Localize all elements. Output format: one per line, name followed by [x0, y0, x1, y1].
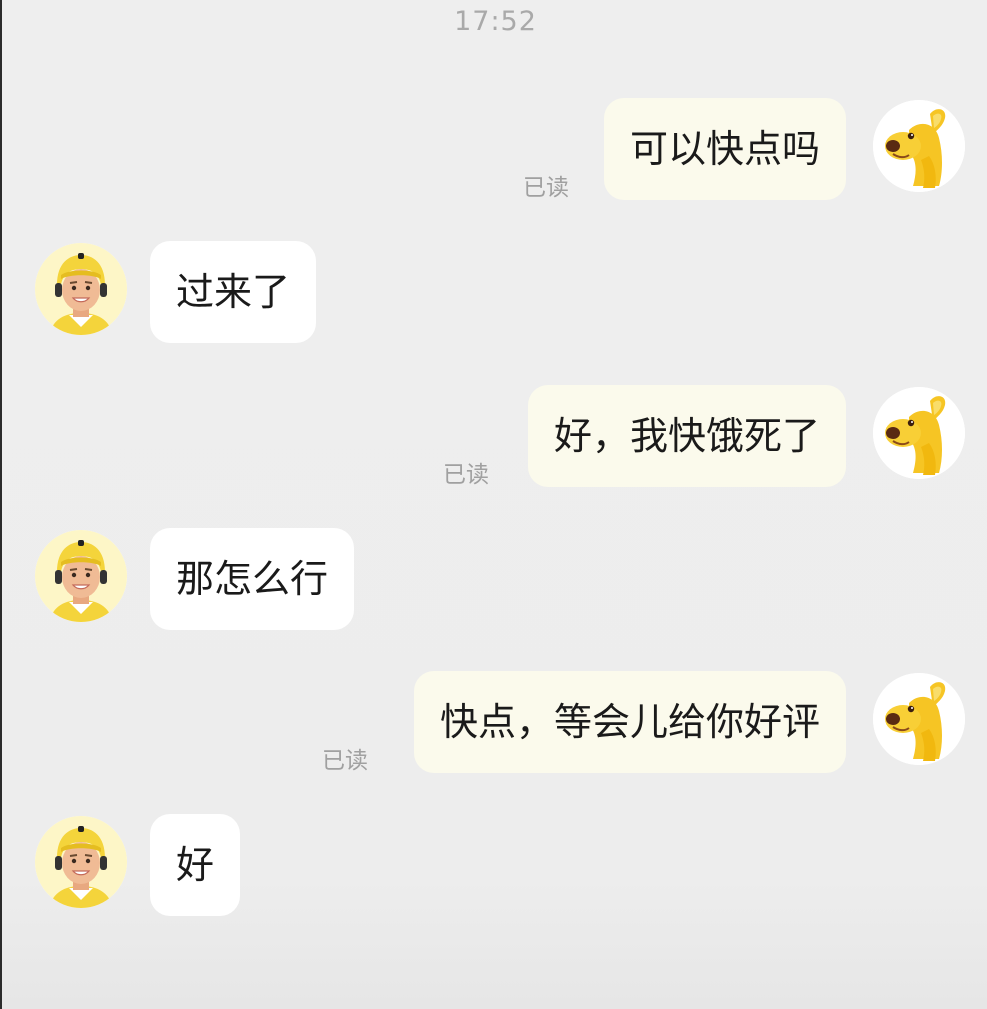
message-row-incoming: 好 — [2, 814, 987, 924]
rider-avatar-icon[interactable] — [35, 816, 127, 908]
message-row-outgoing: 已读 可以快点吗 — [2, 98, 987, 208]
my-avatar-icon[interactable] — [873, 387, 965, 479]
incoming-message-bubble[interactable]: 好 — [150, 814, 241, 916]
read-status: 已读 — [322, 748, 368, 774]
rider-avatar-icon[interactable] — [35, 530, 127, 622]
my-avatar-icon[interactable] — [873, 673, 965, 765]
message-row-outgoing: 已读 快点，等会儿给你好评 — [2, 671, 987, 781]
message-row-outgoing: 已读 好，我快饿死了 — [2, 385, 987, 495]
read-status: 已读 — [443, 462, 489, 488]
chat-screen: 17:52 已读 可以快点吗 过来了 已读 好，我快饿死了 那怎么行 已读 快点… — [0, 0, 987, 1009]
message-row-incoming: 过来了 — [2, 241, 987, 351]
incoming-message-bubble[interactable]: 那怎么行 — [150, 528, 355, 630]
outgoing-message-bubble[interactable]: 可以快点吗 — [603, 98, 846, 200]
outgoing-message-bubble[interactable]: 好，我快饿死了 — [527, 385, 846, 487]
my-avatar-icon[interactable] — [873, 100, 965, 192]
outgoing-message-bubble[interactable]: 快点，等会儿给你好评 — [413, 671, 846, 773]
rider-avatar-icon[interactable] — [35, 243, 127, 335]
read-status: 已读 — [523, 175, 569, 201]
message-row-incoming: 那怎么行 — [2, 528, 987, 638]
message-timestamp: 17:52 — [454, 6, 537, 37]
incoming-message-bubble[interactable]: 过来了 — [150, 241, 317, 343]
